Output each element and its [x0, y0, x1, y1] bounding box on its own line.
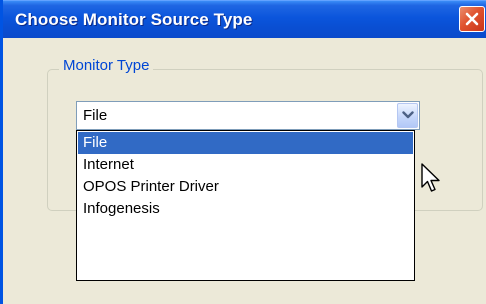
window-title: Choose Monitor Source Type	[15, 10, 253, 29]
dropdown-option-file[interactable]: File	[78, 132, 413, 154]
close-button[interactable]	[459, 6, 485, 32]
dropdown-option-internet[interactable]: Internet	[78, 154, 413, 176]
title-bar[interactable]: Choose Monitor Source Type	[3, 0, 486, 38]
combo-selected-value: File	[83, 107, 108, 124]
mouse-cursor-icon	[421, 163, 443, 200]
monitor-type-combobox[interactable]: File	[76, 101, 420, 130]
dropdown-arrow-button[interactable]	[397, 103, 418, 128]
dropdown-option-opos-printer-driver[interactable]: OPOS Printer Driver	[78, 176, 413, 198]
dropdown-option-infogenesis[interactable]: Infogenesis	[78, 198, 413, 220]
dropdown-list[interactable]: File Internet OPOS Printer Driver Infoge…	[76, 130, 415, 281]
group-label: Monitor Type	[59, 57, 154, 74]
